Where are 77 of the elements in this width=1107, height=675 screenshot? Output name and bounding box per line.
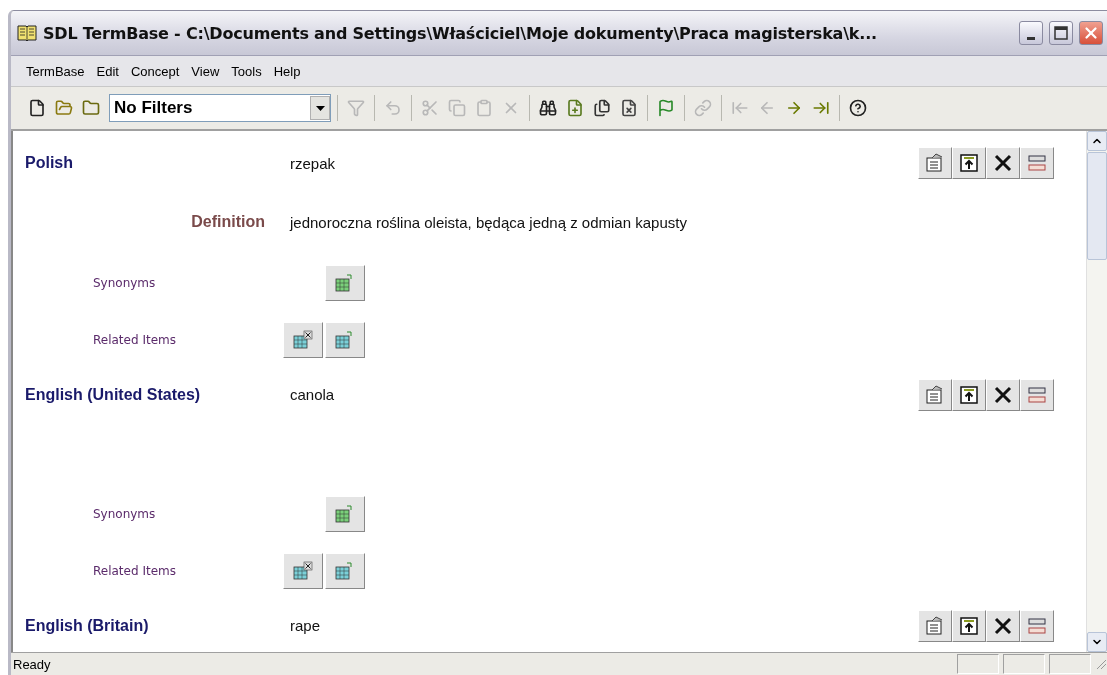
first-icon — [731, 99, 749, 117]
delete-button[interactable] — [986, 147, 1020, 180]
term-text: rape — [290, 617, 322, 635]
menu-item[interactable]: Edit — [91, 61, 126, 81]
flag-icon — [657, 99, 675, 117]
add-related-button[interactable] — [325, 552, 365, 589]
next-icon — [785, 99, 803, 117]
previous-icon — [758, 99, 776, 117]
scroll-up-button[interactable] — [1087, 131, 1107, 151]
lines-button[interactable] — [1020, 147, 1054, 180]
undo-icon — [384, 99, 402, 117]
close-button[interactable] — [1079, 21, 1103, 45]
language-label: Polish — [25, 154, 74, 173]
caret-icon — [315, 105, 325, 111]
move-up-button[interactable] — [952, 147, 986, 180]
move-up-button[interactable] — [952, 609, 986, 642]
lines-button[interactable] — [1020, 609, 1054, 642]
add-synonym-button[interactable] — [325, 264, 365, 301]
open-folder-icon — [55, 99, 73, 117]
dropdown-button[interactable] — [310, 96, 330, 120]
term-text: canola — [290, 386, 336, 403]
remove-entry-icon — [620, 99, 638, 117]
menu-item[interactable]: Concept — [125, 61, 187, 81]
move-up-icon — [958, 152, 980, 175]
related-items-label: Related Items — [92, 332, 177, 347]
properties-button[interactable] — [918, 378, 952, 411]
delete-button[interactable] — [986, 378, 1020, 411]
maximize-button[interactable] — [1049, 21, 1073, 45]
scrollbar[interactable] — [1086, 131, 1107, 652]
language-label: English (Britain) — [25, 616, 150, 635]
properties-button[interactable] — [918, 609, 952, 642]
status-text: Ready — [12, 656, 52, 672]
move-up-button[interactable] — [952, 378, 986, 411]
definition-label: Definition — [190, 213, 266, 232]
close-icon — [1082, 24, 1100, 42]
grid-remove-icon — [292, 329, 314, 350]
folder-icon — [82, 99, 100, 117]
grid-remove-icon — [292, 560, 314, 581]
menu-item[interactable]: View — [186, 61, 227, 81]
add-related-button[interactable] — [325, 321, 365, 358]
term-text: rzepak — [290, 154, 337, 172]
move-up-icon — [958, 383, 980, 406]
link-icon — [694, 99, 712, 117]
duplicate-entry-icon — [593, 99, 611, 117]
window-title: SDL TermBase - C:\Documents and Settings\Właściciel\Moje dokumenty\Praca magisterska\k... — [43, 23, 878, 43]
definition-text: jednoroczna roślina oleista, będąca jedną z odmian kapusty — [290, 213, 687, 231]
last-icon — [812, 99, 830, 117]
minimize-icon — [1027, 36, 1035, 40]
menu-item[interactable]: TermBase — [21, 61, 92, 81]
add-entry-icon — [566, 99, 584, 117]
book-icon — [17, 24, 37, 42]
delete-button[interactable] — [986, 609, 1020, 642]
related-items-label: Related Items — [92, 563, 177, 578]
new-file-icon — [28, 99, 46, 117]
properties-button[interactable] — [918, 147, 952, 180]
menu-item[interactable]: Help — [268, 61, 308, 81]
cut-icon — [421, 99, 439, 117]
synonyms-label: Synonyms — [92, 275, 157, 290]
funnel-icon — [347, 99, 365, 117]
language-label: English (United States) — [25, 385, 202, 404]
scroll-down-button[interactable] — [1087, 632, 1107, 652]
synonyms-label: Synonyms — [92, 506, 157, 521]
remove-related-button[interactable] — [283, 552, 323, 589]
help-icon — [849, 99, 867, 117]
filter-value: No Filters — [113, 98, 194, 118]
menu-item[interactable]: Tools — [226, 61, 269, 81]
minimize-button[interactable] — [1019, 21, 1043, 45]
filter-dropdown[interactable]: No Filters — [109, 94, 331, 122]
scroll-thumb[interactable] — [1087, 152, 1107, 260]
move-up-icon — [958, 614, 980, 637]
remove-related-button[interactable] — [283, 321, 323, 358]
paste-icon — [475, 99, 493, 117]
maximize-icon — [1054, 26, 1068, 40]
add-synonym-button[interactable] — [325, 495, 365, 532]
lines-button[interactable] — [1020, 378, 1054, 411]
binoculars-icon — [539, 99, 557, 117]
copy-icon — [448, 99, 466, 117]
